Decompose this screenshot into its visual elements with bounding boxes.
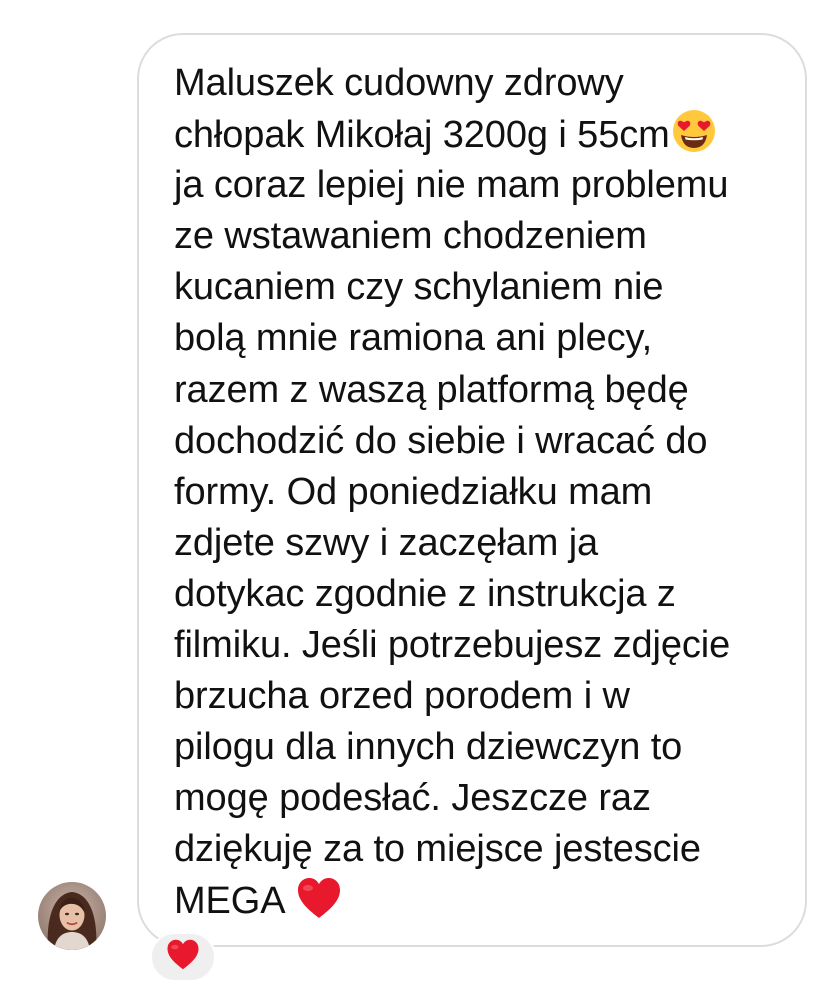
message-line: filmiku. Jeśli potrzebujesz zdjęcie [174, 624, 731, 667]
message-line: ze wstawaniem chodzeniem [174, 215, 647, 258]
message-line: zdjete szwy i zaczęłam ja [174, 521, 599, 564]
message-line: formy. Od poniedziałku mam [174, 470, 653, 513]
chat-screen: Maluszek cudowny zdrowy chłopak Mikołaj … [0, 0, 836, 1000]
message-line: pilogu dla innych dziewczyn to [174, 726, 683, 769]
reaction-badge[interactable] [150, 932, 216, 982]
message-line: kucaniem czy schylaniem nie [174, 266, 664, 309]
message-line: chłopak Mikołaj 3200g i 55cm [174, 109, 794, 160]
message-line-text: chłopak Mikołaj 3200g i 55cm [174, 114, 670, 157]
red-heart-emoji-icon [296, 877, 342, 933]
message-line: dochodzić do siebie i wracać do [174, 419, 708, 462]
red-heart-icon [166, 939, 200, 975]
heart-eyes-emoji-icon [672, 109, 716, 167]
message-line: bolą mnie ramiona ani plecy, [174, 317, 653, 360]
message-line: ja coraz lepiej nie mam problemu [174, 164, 729, 207]
message-line: mogę podesłać. Jeszcze raz [174, 777, 651, 820]
message-line: MEGA [174, 876, 794, 927]
message-line: Maluszek cudowny zdrowy [174, 62, 624, 104]
message-line: dotykac zgodnie z instrukcja z [174, 572, 676, 615]
message-line: dziękuję za to miejsce jestescie [174, 828, 701, 871]
avatar[interactable] [38, 882, 106, 950]
message-line: razem z waszą platformą będę [174, 368, 689, 411]
message-text: Maluszek cudowny zdrowy chłopak Mikołaj … [174, 58, 794, 927]
message-line: brzucha orzed porodem i w [174, 675, 630, 718]
message-line-text: MEGA [174, 879, 284, 922]
